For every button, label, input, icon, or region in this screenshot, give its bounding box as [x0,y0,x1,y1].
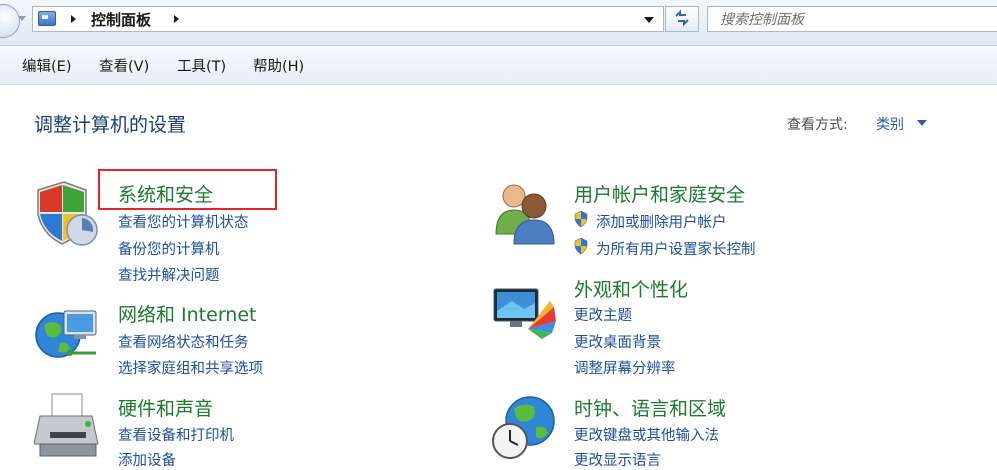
link-add-remove-accounts[interactable]: 添加或删除用户帐户 [596,211,727,232]
uac-shield-icon [574,238,588,254]
search-input[interactable] [718,8,982,32]
view-by-selector[interactable]: 类别 [876,114,904,134]
menu-view[interactable]: 查看(V) [97,55,151,76]
address-field[interactable]: 控制面板 [32,6,664,32]
menu-bar: 编辑(E) 查看(V) 工具(T) 帮助(H) [0,46,997,85]
category-appearance-title[interactable]: 外观和个性化 [574,275,688,302]
link-view-computer-status[interactable]: 查看您的计算机状态 [118,211,249,232]
link-change-display-language[interactable]: 更改显示语言 [574,449,661,470]
link-devices-printers[interactable]: 查看设备和打印机 [118,424,234,445]
refresh-button[interactable] [665,6,699,32]
category-hardware-sound-title[interactable]: 硬件和声音 [118,394,213,421]
uac-shield-icon [574,211,588,227]
security-shield-icon[interactable] [34,180,100,248]
breadcrumb-arrow-icon[interactable] [174,15,179,23]
monitor-palette-icon[interactable] [492,285,558,345]
link-desktop-background[interactable]: 更改桌面背景 [574,331,661,352]
link-network-status[interactable]: 查看网络状态和任务 [118,331,249,352]
printer-icon[interactable] [34,392,104,462]
users-icon[interactable] [492,180,558,246]
link-screen-resolution[interactable]: 调整屏幕分辨率 [574,357,676,378]
link-troubleshoot[interactable]: 查找并解决问题 [118,264,220,285]
recent-pages-dropdown-icon[interactable] [18,16,26,21]
network-globe-icon[interactable] [34,303,102,367]
link-add-device[interactable]: 添加设备 [118,449,176,470]
refresh-icon [675,9,689,27]
category-clock-language-title[interactable]: 时钟、语言和区域 [574,394,726,421]
menu-tools[interactable]: 工具(T) [175,55,228,76]
link-backup-computer[interactable]: 备份您的计算机 [118,238,220,259]
link-parental-controls[interactable]: 为所有用户设置家长控制 [596,238,756,259]
globe-clock-icon[interactable] [490,393,560,462]
back-button[interactable] [0,4,20,38]
link-homegroup-sharing[interactable]: 选择家庭组和共享选项 [118,357,263,378]
search-box[interactable] [707,6,997,32]
link-change-keyboard[interactable]: 更改键盘或其他输入法 [574,424,719,445]
menu-help[interactable]: 帮助(H) [251,55,306,76]
address-toolbar: 控制面板 [0,0,997,46]
link-change-theme[interactable]: 更改主题 [574,304,632,325]
menu-edit[interactable]: 编辑(E) [20,55,73,76]
view-by-label: 查看方式: [787,117,848,133]
view-by-dropdown-icon[interactable] [917,120,927,126]
breadcrumb-control-panel[interactable]: 控制面板 [91,10,151,30]
address-history-dropdown-icon[interactable] [644,17,654,23]
page-title: 调整计算机的设置 [34,114,187,136]
category-system-security-title[interactable]: 系统和安全 [118,180,213,207]
category-network-title[interactable]: 网络和 Internet [118,300,256,327]
breadcrumb-arrow-icon[interactable] [71,15,76,23]
control-panel-icon [38,11,56,26]
category-user-accounts-title[interactable]: 用户帐户和家庭安全 [574,180,745,207]
